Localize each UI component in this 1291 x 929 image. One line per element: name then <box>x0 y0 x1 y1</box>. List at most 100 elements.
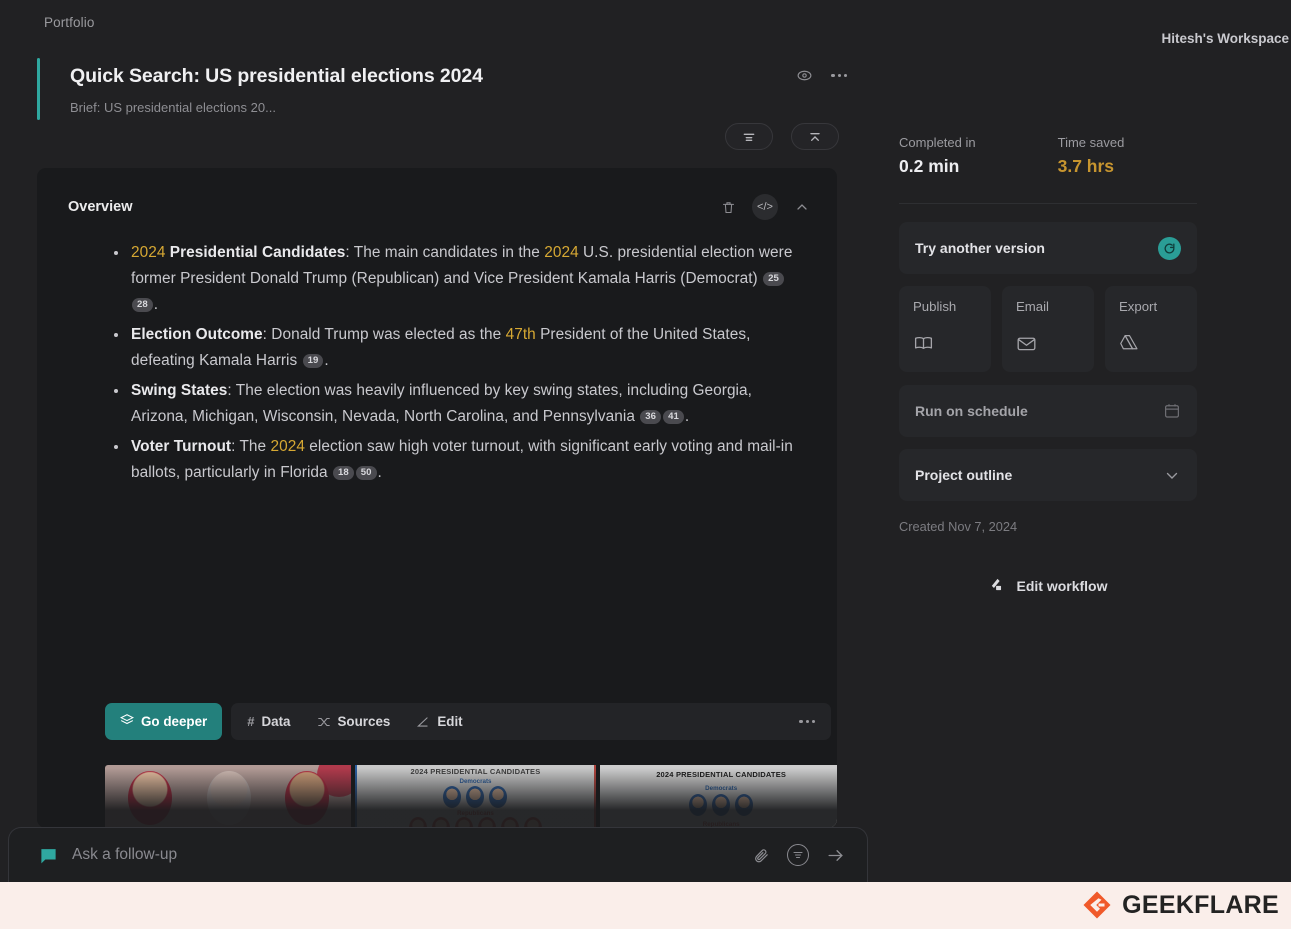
followup-placeholder[interactable]: Ask a follow-up <box>72 846 753 864</box>
tab-sources-label: Sources <box>337 714 391 729</box>
bullet-text: 2024 <box>270 438 305 455</box>
shuffle-icon <box>317 715 331 729</box>
export-actions: Publish Email Export <box>899 286 1197 372</box>
created-date: Created Nov 7, 2024 <box>899 519 1018 534</box>
overview-card: Overview </> 2024 Presidential Candidate… <box>37 168 837 828</box>
bullet-text: 47th <box>505 326 536 343</box>
thumb-face-row <box>600 794 837 816</box>
geekflare-wordmark: GEEKFLARE <box>1122 890 1279 919</box>
bullet-text: Voter Turnout <box>131 438 232 455</box>
geekflare-mark-icon <box>1083 891 1111 919</box>
citation-badge[interactable]: 19 <box>302 353 324 369</box>
edit-workflow-label: Edit workflow <box>1016 578 1108 594</box>
thumbnail-2024-candidates-chart-alt[interactable]: 2024 PRESIDENTIAL CANDIDATES Democrats R… <box>600 765 837 828</box>
text-format-icon[interactable] <box>787 844 809 866</box>
thumb-title: 2024 PRESIDENTIAL CANDIDATES <box>410 767 541 776</box>
layers-icon <box>119 713 135 730</box>
filter-button[interactable] <box>725 123 773 150</box>
citation-badge[interactable]: 50 <box>355 465 377 481</box>
bullet-text: . <box>377 464 382 481</box>
citation-badge[interactable]: 25 <box>763 271 784 287</box>
followup-actions <box>753 844 845 866</box>
thumb-person: Donald Trump, 76 U.S. President (2017-20… <box>111 771 189 828</box>
title-accent-bar <box>37 58 40 120</box>
avatar <box>285 771 329 825</box>
workspace-name[interactable]: Hitesh's Workspace <box>1161 31 1289 46</box>
thumb-group-label: Republicans <box>457 810 494 817</box>
citation-badge[interactable]: 41 <box>663 409 684 425</box>
overview-bullet: Voter Turnout: The 2024 election saw hig… <box>109 434 807 486</box>
bullet-text: : Donald Trump was elected as the <box>262 326 506 343</box>
tab-data-label: Data <box>261 714 291 729</box>
try-another-version-button[interactable]: Try another version <box>899 222 1197 274</box>
stat-time-saved: Time saved 3.7 hrs <box>1058 135 1125 177</box>
collapse-all-button[interactable] <box>791 123 839 150</box>
go-deeper-button[interactable]: Go deeper <box>105 703 223 740</box>
overview-bullet: Swing States: The election was heavily i… <box>109 378 807 430</box>
chat-bubble-icon <box>39 846 58 865</box>
stat-value: 0.2 min <box>899 156 960 176</box>
chevron-up-icon[interactable] <box>794 199 810 215</box>
calendar-icon <box>1163 402 1181 420</box>
avatar <box>128 771 172 825</box>
overview-bullet: 2024 Presidential Candidates: The main c… <box>109 240 807 318</box>
overview-bullet: Election Outcome: Donald Trump was elect… <box>109 322 807 374</box>
stats-row: Completed in 0.2 min Time saved 3.7 hrs <box>899 135 1197 177</box>
citation-badge[interactable]: 36 <box>640 409 662 425</box>
publish-button[interactable]: Publish <box>899 286 991 372</box>
stat-value: 3.7 hrs <box>1057 156 1115 176</box>
project-outline-button[interactable]: Project outline <box>899 449 1197 501</box>
tab-bar: # Data Sources Edit <box>231 703 831 740</box>
book-icon <box>913 333 977 359</box>
followup-input-bar[interactable]: Ask a follow-up <box>8 827 868 882</box>
paperclip-icon[interactable] <box>753 847 770 864</box>
tab-data[interactable]: # Data <box>247 714 290 729</box>
eye-icon[interactable] <box>796 67 813 84</box>
bullet-text: Election Outcome <box>131 326 263 343</box>
breadcrumb[interactable]: Portfolio <box>44 15 94 30</box>
overview-card-header: Overview </> <box>68 194 810 220</box>
tab-edit-label: Edit <box>437 714 463 729</box>
footer-watermark-bar: GEEKFLARE <box>0 882 1291 929</box>
try-another-version-label: Try another version <box>915 240 1045 256</box>
overview-title: Overview <box>68 199 133 215</box>
code-icon[interactable]: </> <box>752 194 778 220</box>
thumbnail-2024-candidates-chart[interactable]: 2024 PRESIDENTIAL CANDIDATES Democrats R… <box>354 765 597 828</box>
run-on-schedule-button[interactable]: Run on schedule <box>899 385 1197 437</box>
title-actions <box>796 67 847 84</box>
bullet-text: . <box>684 408 690 425</box>
citation-badge[interactable]: 28 <box>132 297 153 313</box>
right-sidebar: Completed in 0.2 min Time saved 3.7 hrs … <box>899 135 1197 596</box>
edit-workflow-button[interactable]: Edit workflow <box>899 576 1197 596</box>
divider <box>899 203 1197 204</box>
arrow-right-icon[interactable] <box>826 846 845 865</box>
thumb-person: Nikki Haley, 51 Former U.S. ambassador t… <box>190 771 268 828</box>
go-deeper-label: Go deeper <box>141 714 208 729</box>
more-horizontal-icon[interactable] <box>799 719 815 724</box>
tab-sources[interactable]: Sources <box>317 714 391 729</box>
bullet-text: . <box>153 296 159 313</box>
tab-edit[interactable]: Edit <box>416 714 463 729</box>
refresh-icon <box>1158 236 1181 260</box>
google-drive-icon <box>1119 333 1183 359</box>
thumbnail-candidates-photo-grid[interactable]: Donald Trump, 76 U.S. President (2017-20… <box>105 765 351 828</box>
trash-icon[interactable] <box>721 200 736 215</box>
bullet-text: Swing States <box>131 382 228 399</box>
thumb-face-row <box>357 786 595 808</box>
title-block: Quick Search: US presidential elections … <box>37 58 847 120</box>
chevron-down-icon <box>1163 466 1181 484</box>
more-horizontal-icon[interactable] <box>831 73 847 78</box>
stat-completed-in: Completed in 0.2 min <box>899 135 976 177</box>
bullet-text: 2024 <box>131 244 166 261</box>
export-button[interactable]: Export <box>1105 286 1197 372</box>
publish-label: Publish <box>913 299 957 314</box>
email-button[interactable]: Email <box>1002 286 1094 372</box>
bullet-text: : The <box>231 438 271 455</box>
overview-card-actions: </> <box>721 194 810 220</box>
content-tools: Go deeper # Data Sources Edit <box>105 703 831 740</box>
citation-badge[interactable]: 18 <box>332 465 354 481</box>
overview-bullet-list: 2024 Presidential Candidates: The main c… <box>109 240 807 490</box>
bullet-text: 2024 <box>544 244 579 261</box>
export-label: Export <box>1119 299 1158 314</box>
thumbnail-strip: Donald Trump, 76 U.S. President (2017-20… <box>105 765 837 828</box>
